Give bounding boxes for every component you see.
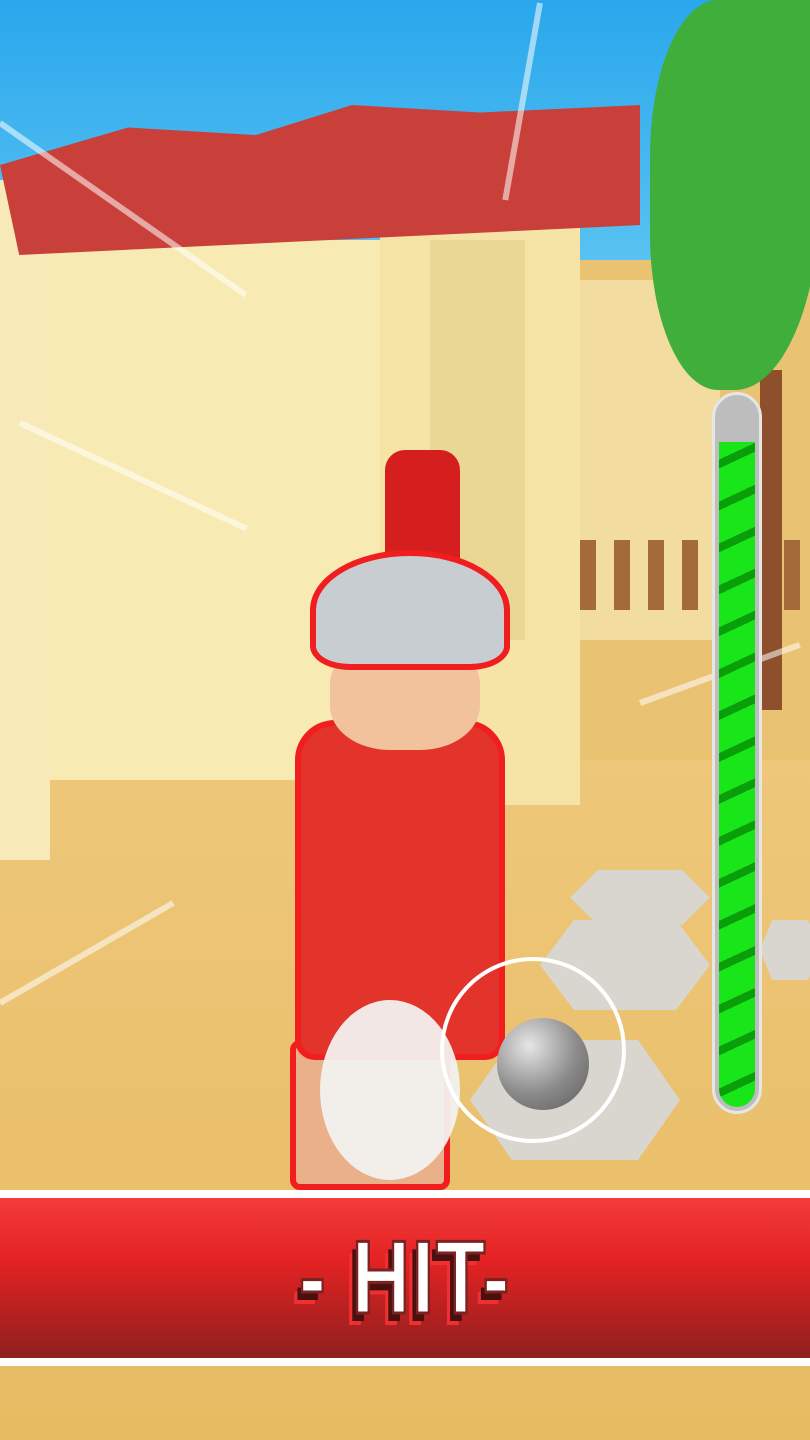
joystick-knob[interactable] [497,1018,589,1110]
tree-canopy [650,0,810,390]
pillar [0,180,50,860]
power-meter [712,392,762,1114]
banner-border-bottom [0,1358,810,1366]
stepping-stone [570,870,710,925]
hit-banner: - HIT- [0,1198,810,1358]
banner-border-top [0,1190,810,1198]
helmet [310,550,510,670]
dust-cloud [320,1000,460,1180]
power-meter-fill [719,441,755,1107]
hit-text: - HIT- [298,1218,512,1337]
